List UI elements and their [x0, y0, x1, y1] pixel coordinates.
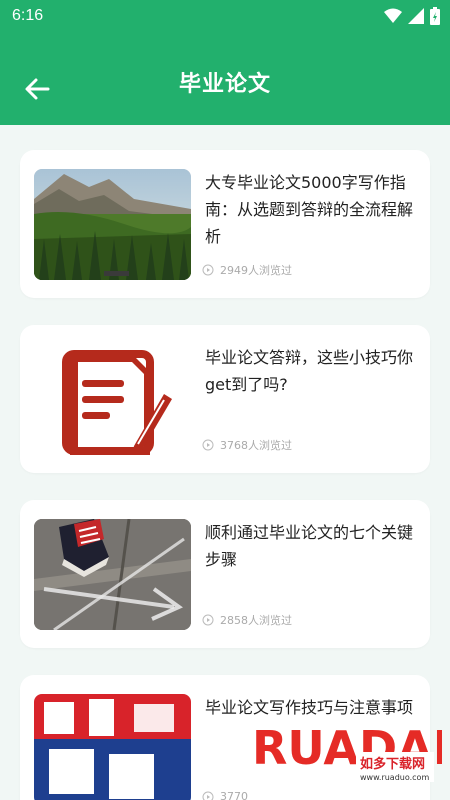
views-count: 2949人浏览过 [202, 262, 292, 278]
watermark-sub: 如多下载网 [360, 756, 425, 772]
play-circle-icon [202, 791, 214, 800]
views-label: 3768人浏览过 [220, 439, 292, 452]
watermark-url: www.ruaduo.com [360, 773, 429, 782]
views-label: 2858人浏览过 [220, 614, 292, 627]
views-label: 2949人浏览过 [220, 264, 292, 277]
article-title: 顺利通过毕业论文的七个关键步骤 [205, 523, 414, 569]
status-bar: 6:16 [0, 0, 450, 34]
article-card[interactable]: 大专毕业论文5000字写作指南：从选题到答辩的全流程解析 2949人浏览过 [20, 150, 430, 298]
views-count: 3768人浏览过 [202, 437, 292, 453]
article-card[interactable]: 毕业论文答辩，这些小技巧你get到了吗? 3768人浏览过 [20, 325, 430, 473]
article-thumbnail-poster [34, 694, 191, 800]
article-thumbnail-steps [34, 519, 191, 630]
wifi-icon [384, 8, 402, 23]
play-circle-icon [202, 439, 214, 451]
article-card[interactable]: 顺利通过毕业论文的七个关键步骤 2858人浏览过 [20, 500, 430, 648]
play-circle-icon [202, 264, 214, 276]
article-thumbnail-forest [34, 169, 191, 280]
views-count: 3770 [202, 790, 248, 800]
signal-icon [408, 8, 424, 24]
views-count: 2858人浏览过 [202, 612, 292, 628]
battery-icon [430, 7, 440, 25]
views-label: 3770 [220, 790, 248, 800]
article-thumbnail-document [34, 344, 191, 455]
status-time: 6:16 [12, 7, 44, 24]
status-icons [384, 7, 440, 25]
page-title: 毕业论文 [178, 72, 271, 97]
watermark-logo: RUADADO 如多下载网 www.ruaduo.com [252, 702, 450, 792]
article-title: 毕业论文答辩，这些小技巧你get到了吗? [205, 348, 414, 394]
play-circle-icon [202, 614, 214, 626]
app-bar: 毕业论文 [0, 34, 450, 125]
article-title: 大专毕业论文5000字写作指南：从选题到答辩的全流程解析 [205, 173, 414, 246]
